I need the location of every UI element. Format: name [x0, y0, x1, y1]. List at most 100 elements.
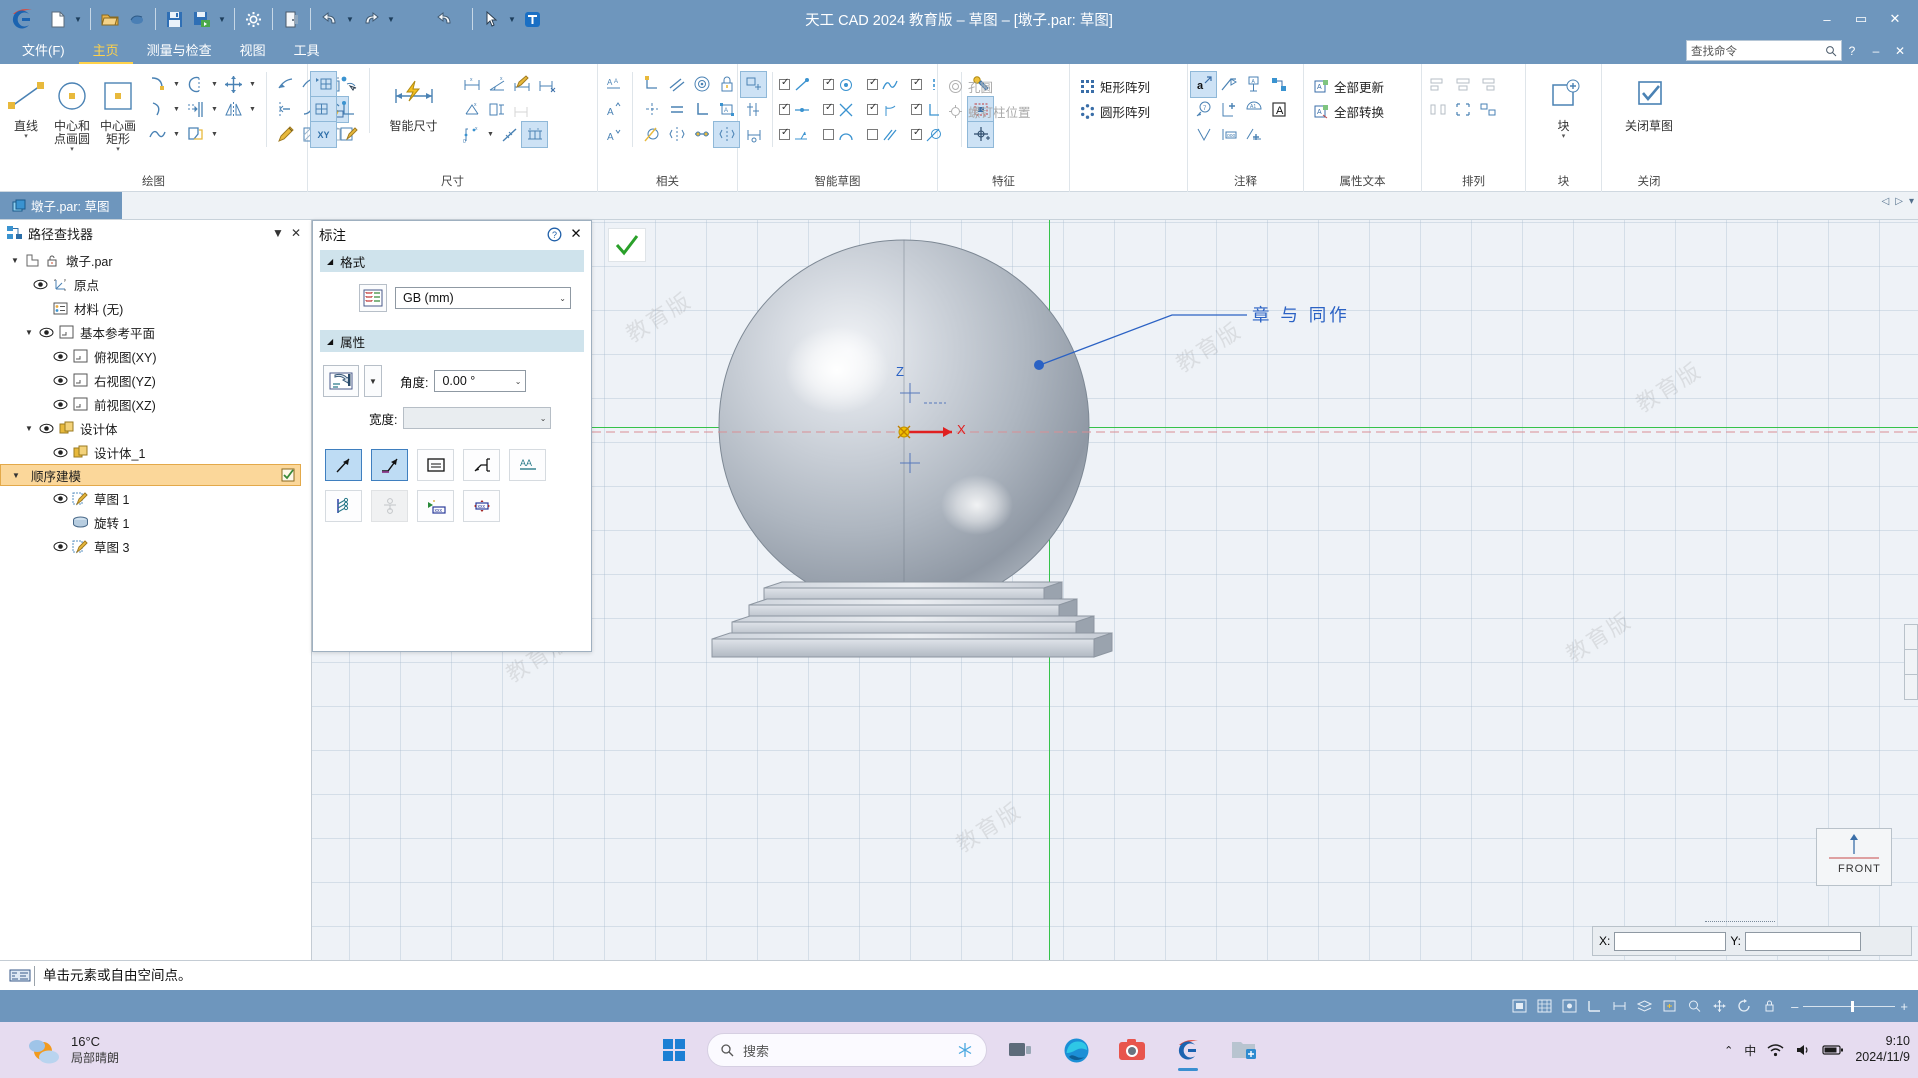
redo-dropdown-icon[interactable]: ▼ — [384, 4, 398, 34]
relation-assistant-icon[interactable] — [713, 121, 740, 148]
sketch-lock-icon[interactable] — [740, 71, 767, 98]
ime-indicator[interactable]: 中 — [1744, 1042, 1756, 1059]
plane-select-icon[interactable] — [336, 72, 361, 97]
extend-icon[interactable] — [273, 97, 298, 122]
align-center-icon[interactable] — [1450, 72, 1475, 97]
undo-button[interactable] — [316, 4, 343, 34]
dimension-edit-icon[interactable] — [509, 72, 534, 97]
annotation-style-button[interactable] — [323, 365, 359, 397]
annotation-text[interactable]: 章 与 同作 — [1252, 302, 1350, 327]
horizontal-vertical-icon[interactable] — [639, 97, 664, 122]
ribbon-minimize-button[interactable]: – — [1864, 40, 1888, 62]
sketch-dim-icon[interactable] — [741, 122, 766, 147]
tree-item-plane-top[interactable]: 俯视图(XY) — [0, 344, 311, 368]
plane-new-icon[interactable] — [310, 71, 337, 98]
plane-grid-icon[interactable] — [310, 96, 337, 123]
command-search-box[interactable]: 查找命令 — [1686, 40, 1842, 61]
menu-item-tools[interactable]: 工具 — [280, 38, 334, 64]
xy-coordinate-icon[interactable]: x0 — [459, 122, 484, 147]
smart-dimension-button[interactable]: 智能尺寸 — [369, 68, 453, 133]
help-icon[interactable]: ? — [547, 227, 567, 242]
tray-expand-icon[interactable]: ⌃ — [1724, 1044, 1733, 1057]
chevron-down-icon[interactable]: ⌄ — [515, 377, 522, 386]
checkbox-edge-point[interactable] — [779, 122, 823, 147]
chevron-down-icon[interactable]: ⌄ — [559, 294, 566, 303]
zoom-in-label[interactable]: + — [1900, 999, 1908, 1014]
coord-y-input[interactable] — [1745, 931, 1862, 951]
fill-region-dropdown-icon[interactable]: ▼ — [208, 122, 221, 147]
fill-region-icon[interactable] — [183, 122, 208, 147]
ellipse-icon[interactable] — [183, 72, 208, 97]
text-box-a-icon[interactable]: A — [1266, 97, 1291, 122]
text-subscript-icon[interactable]: A — [601, 122, 626, 147]
collinear-icon[interactable] — [689, 122, 714, 147]
checkbox-midpoint[interactable] — [779, 97, 823, 122]
sketch-edit-icon[interactable] — [336, 122, 361, 147]
close-sketch-button[interactable]: 关闭草图 — [1605, 68, 1693, 133]
pan-icon[interactable] — [1708, 996, 1730, 1016]
lock-icon[interactable] — [714, 72, 739, 97]
chevron-down-icon[interactable]: ▾ — [116, 146, 120, 154]
width-combo[interactable]: ⌄ — [403, 407, 552, 429]
distance-between-icon[interactable]: x — [459, 72, 484, 97]
edge-browser-button[interactable] — [1053, 1027, 1099, 1073]
tree-item-base-planes[interactable]: ▼ 基本参考平面 — [0, 320, 311, 344]
distribute-icon[interactable] — [1425, 97, 1450, 122]
taskbar-search[interactable]: 搜索 — [707, 1033, 987, 1067]
chevron-down-icon[interactable]: ▾ — [24, 133, 28, 141]
visibility-eye-icon[interactable] — [50, 375, 70, 386]
expander-icon[interactable]: ▼ — [22, 328, 36, 337]
checkbox-curve[interactable] — [867, 72, 911, 97]
xy-coordinate-dropdown-icon[interactable]: ▼ — [484, 122, 497, 147]
angle-between-icon[interactable]: x — [484, 72, 509, 97]
coord-drag-handle[interactable] — [1705, 921, 1775, 922]
open-document-button[interactable] — [96, 4, 123, 34]
axis-lock-icon[interactable] — [336, 97, 361, 122]
move-icon[interactable] — [221, 72, 246, 97]
visibility-eye-icon[interactable] — [36, 327, 56, 338]
dialog-close-icon[interactable]: ✕ — [567, 226, 585, 242]
callout-icon[interactable] — [1266, 72, 1291, 97]
mirror-icon[interactable] — [221, 97, 246, 122]
tree-item-plane-right[interactable]: 右视图(YZ) — [0, 368, 311, 392]
close-button[interactable]: ✕ — [1878, 4, 1912, 34]
multi-leader-toggle[interactable] — [325, 490, 362, 522]
zoom-icon[interactable] — [1683, 996, 1705, 1016]
select-dropdown-icon[interactable]: ▼ — [505, 4, 519, 34]
trim-icon[interactable] — [273, 72, 298, 97]
ellipse-dropdown-icon[interactable]: ▼ — [208, 72, 221, 97]
chevron-down-icon[interactable]: ▾ — [70, 146, 74, 154]
note-icon[interactable]: ooo — [1216, 122, 1241, 147]
rect-pattern-button[interactable]: 矩形阵列 — [1073, 74, 1154, 99]
checkbox-arc-point[interactable] — [823, 122, 867, 147]
zoom-slider[interactable]: – + — [1791, 999, 1908, 1014]
draw-circle-center-point-button[interactable]: 中心和点画圆 ▾ — [49, 68, 95, 154]
visibility-eye-icon[interactable] — [36, 423, 56, 434]
layer-icon[interactable] — [1633, 996, 1655, 1016]
undo-dropdown-icon[interactable]: ▼ — [343, 4, 357, 34]
checkbox-center[interactable] — [823, 72, 867, 97]
visibility-eye-icon[interactable] — [30, 279, 50, 290]
sketch-align-icon[interactable] — [741, 97, 766, 122]
block-button[interactable]: 块 ▾ — [1529, 68, 1598, 141]
datum-icon[interactable] — [1216, 97, 1241, 122]
arc-3point-icon[interactable] — [145, 97, 170, 122]
align-left-icon[interactable] — [1425, 72, 1450, 97]
minimize-button[interactable]: – — [1810, 4, 1844, 34]
rigid-set-icon[interactable]: A — [714, 97, 739, 122]
ungroup-icon[interactable] — [1475, 97, 1500, 122]
accept-button[interactable] — [608, 228, 646, 262]
dock-handle[interactable] — [1904, 624, 1918, 650]
text-tool-icon[interactable] — [519, 4, 546, 34]
leader-break-toggle[interactable] — [463, 449, 500, 481]
pathfinder-close-icon[interactable]: ✕ — [287, 226, 305, 240]
tangent-icon[interactable] — [639, 122, 664, 147]
menu-item-home[interactable]: 主页 — [78, 38, 133, 64]
arc-tangent-icon[interactable] — [145, 72, 170, 97]
coordinate-dim-icon[interactable] — [534, 72, 559, 97]
document-tab-active[interactable]: 墩子.par: 草图 — [0, 192, 122, 219]
pathfinder-menu-icon[interactable]: ▼ — [269, 226, 287, 240]
rotate-icon[interactable] — [1733, 996, 1755, 1016]
offset-icon[interactable] — [183, 97, 208, 122]
tree-item-material[interactable]: 材料 (无) — [0, 296, 311, 320]
